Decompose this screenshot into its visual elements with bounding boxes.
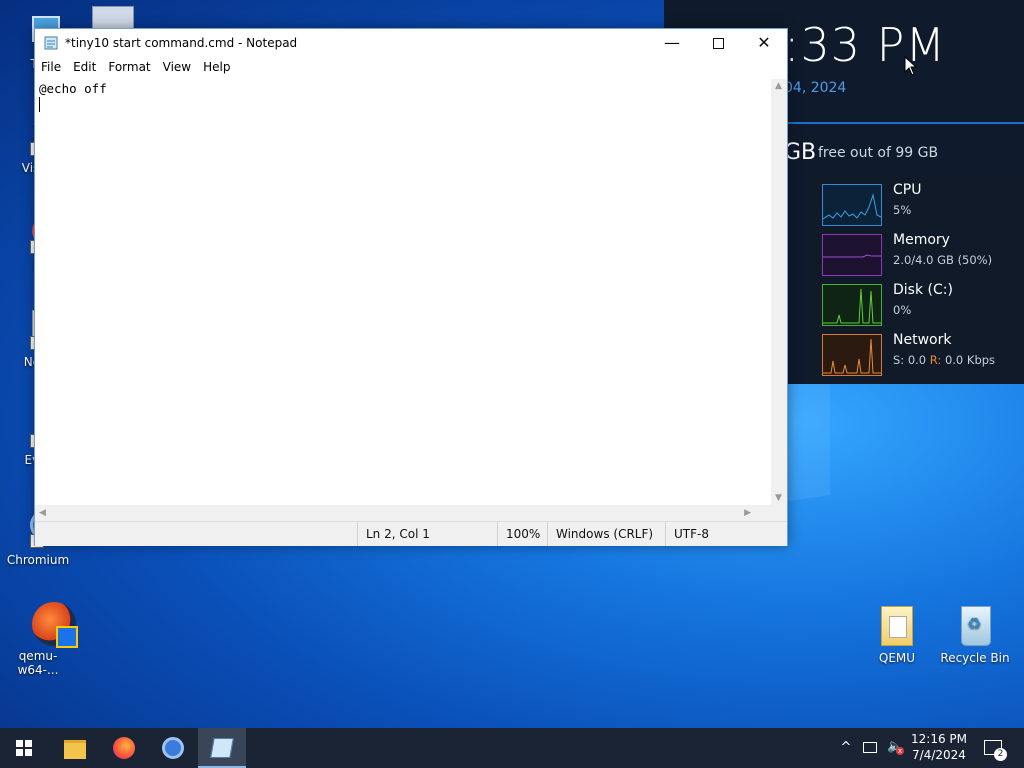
chromium-icon [162, 737, 184, 759]
widget-free-size: GB [784, 140, 817, 165]
network-sent: S: 0.0 [893, 353, 927, 367]
mouse-cursor [904, 56, 918, 76]
status-cursor-position: Ln 2, Col 1 [357, 522, 496, 546]
start-button[interactable] [0, 728, 48, 768]
perf-row-memory[interactable]: Memory 2.0/4.0 GB (50%) [812, 226, 1024, 276]
close-icon: ✕ [757, 33, 771, 52]
notepad-icon [44, 36, 58, 50]
perf-name: Disk (C:) [893, 282, 953, 298]
status-bar: Ln 2, Col 1 100% Windows (CRLF) UTF-8 [35, 521, 787, 546]
maximize-icon [712, 38, 724, 49]
cpu-graph [822, 184, 882, 226]
editor-content[interactable]: @echo off [35, 79, 771, 114]
notification-count: 2 [994, 748, 1007, 761]
desktop-icon-label: Chromium [6, 553, 70, 567]
perf-value: 5% [893, 203, 912, 217]
network-received: 0.0 Kbps [944, 353, 996, 367]
notification-center-button[interactable]: 2 [980, 728, 1010, 768]
vertical-scrollbar[interactable]: ▲ ▼ [771, 79, 787, 505]
folder-icon [875, 604, 919, 648]
perf-row-network[interactable]: Network S: 0.0 R: 0.0 Kbps [812, 326, 1024, 376]
taskbar: ^ 🔈 x 12:16 PM 7/4/2024 2 [0, 728, 1024, 768]
scroll-right-icon[interactable]: ▶ [744, 508, 751, 518]
desktop: Th ✕ ↗ Visua 2 ↗ Fi ↗ Note ↗ Ever [0, 0, 1024, 728]
desktop-icon-label: QEMU [878, 651, 916, 665]
desktop-icon-qemu-folder[interactable]: QEMU [859, 604, 935, 665]
menu-help[interactable]: Help [197, 57, 236, 79]
desktop-icon-recycle-bin[interactable]: ♻ Recycle Bin [937, 604, 1013, 665]
minimize-icon: — [664, 33, 680, 52]
status-line-ending: Windows (CRLF) [547, 522, 666, 546]
desktop-icon-qemu-installer[interactable]: qemu-w64-... [0, 602, 78, 677]
recycle-bin-icon: ♻ [953, 604, 997, 648]
taskbar-notepad[interactable] [198, 728, 246, 768]
notepad-icon [210, 738, 234, 758]
perf-value: 0% [893, 303, 912, 317]
desktop-icon-label: qemu-w64-... [17, 649, 59, 677]
windows-logo-icon [16, 740, 32, 756]
network-tray-icon[interactable] [860, 728, 880, 768]
network-icon [92, 6, 134, 30]
widget-free-text: free out of 99 GB [818, 145, 939, 161]
perf-row-disk[interactable]: Disk (C:) 0% [812, 276, 1024, 326]
taskbar-file-explorer[interactable] [50, 728, 98, 768]
perf-name: Memory [893, 232, 950, 248]
memory-graph [822, 234, 882, 276]
editor-text: @echo off [39, 81, 107, 96]
network-received-label: R: [929, 353, 942, 367]
menu-format[interactable]: Format [102, 57, 156, 79]
scroll-left-icon[interactable]: ◀ [39, 508, 46, 518]
text-editor[interactable]: @echo off [35, 79, 771, 505]
network-graph [822, 334, 882, 376]
chevron-up-icon: ^ [840, 740, 852, 755]
scroll-down-icon[interactable]: ▼ [775, 493, 782, 503]
perf-row-cpu[interactable]: CPU 5% [812, 176, 1024, 226]
menu-edit[interactable]: Edit [67, 57, 102, 79]
taskbar-time: 12:16 PM [911, 732, 967, 746]
clock-button[interactable]: 12:16 PM 7/4/2024 [908, 728, 970, 768]
perf-name: Network [893, 332, 952, 348]
status-zoom: 100% [497, 522, 548, 546]
qemu-installer-icon [16, 602, 78, 648]
file-explorer-icon [64, 740, 86, 759]
scroll-up-icon[interactable]: ▲ [775, 81, 782, 91]
volume-tray-icon[interactable]: 🔈 x [884, 728, 906, 768]
widget-date: 04, 2024 [784, 80, 847, 96]
close-button[interactable]: ✕ [741, 29, 787, 57]
taskbar-chromium[interactable] [149, 728, 197, 768]
maximize-button[interactable] [695, 29, 741, 57]
perf-value: 2.0/4.0 GB (50%) [893, 253, 993, 267]
perf-name: CPU [893, 182, 922, 198]
window-title: *tiny10 start command.cmd - Notepad [65, 36, 298, 50]
desktop-icon-label: Recycle Bin [940, 651, 1010, 665]
scrollbar-corner [771, 505, 787, 521]
menu-view[interactable]: View [157, 57, 197, 79]
disk-graph [822, 284, 882, 326]
horizontal-scrollbar[interactable]: ◀ ▶ [35, 505, 771, 521]
taskbar-firefox[interactable] [100, 728, 148, 768]
menu-file[interactable]: File [35, 57, 67, 79]
widget-divider [784, 122, 1024, 124]
show-hidden-icons-button[interactable]: ^ [836, 728, 856, 768]
perf-value: S: 0.0 R: 0.0 Kbps [893, 353, 995, 367]
minimize-button[interactable]: — [649, 29, 695, 57]
taskbar-date: 7/4/2024 [912, 748, 966, 762]
notepad-window[interactable]: *tiny10 start command.cmd - Notepad — ✕ … [34, 28, 788, 546]
performance-panel: CPU 5% Memory 2.0/4.0 GB (50%) Disk (C:)… [812, 176, 1024, 384]
mute-badge-icon: x [896, 747, 904, 755]
status-encoding: UTF-8 [665, 522, 784, 546]
firefox-icon [113, 737, 135, 759]
title-bar[interactable]: *tiny10 start command.cmd - Notepad — ✕ [35, 29, 787, 57]
menu-bar: File Edit Format View Help [35, 57, 787, 79]
text-caret [39, 97, 40, 112]
widget-clock: :33 PM [784, 18, 947, 72]
network-icon [863, 742, 877, 753]
